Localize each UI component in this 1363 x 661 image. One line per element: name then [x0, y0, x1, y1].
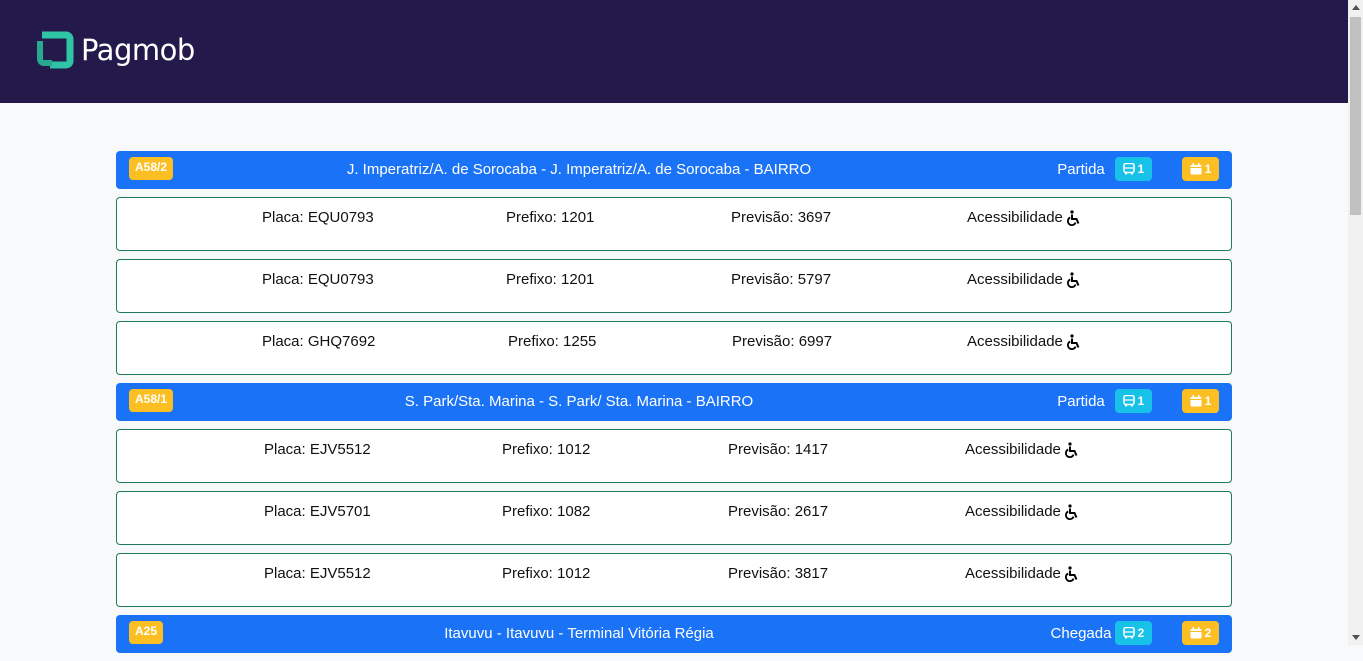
schedule-count: 1: [1204, 162, 1212, 176]
vehicle-card[interactable]: Placa: GHQ7692 Prefixo: 1255 Previsão: 6…: [116, 321, 1232, 375]
bus-count-badge: 2: [1115, 621, 1152, 645]
calendar-icon: [1190, 627, 1202, 639]
bus-count-badge: 1: [1115, 389, 1152, 413]
route-code-badge: A58/2: [129, 157, 174, 180]
bus-count: 1: [1137, 162, 1145, 176]
bus-icon: [1122, 395, 1135, 407]
vehicle-placa: Placa: EQU0793: [262, 209, 374, 226]
vehicle-placa: Placa: GHQ7692: [262, 333, 376, 350]
scrollbar-thumb[interactable]: [1350, 17, 1361, 215]
vehicle-prefixo: Prefixo: 1012: [502, 565, 591, 582]
vehicle-prefixo: Prefixo: 1255: [508, 333, 597, 350]
schedule-count-badge: 1: [1182, 389, 1219, 413]
vertical-scrollbar[interactable]: [1348, 0, 1363, 645]
vehicle-accessibility: Acessibilidade: [967, 271, 1082, 288]
wheelchair-icon: [1064, 441, 1078, 458]
scroll-down-arrow-icon[interactable]: [1348, 630, 1363, 645]
vehicle-placa: Placa: EJV5512: [264, 565, 371, 582]
scroll-up-arrow-icon[interactable]: [1348, 0, 1363, 15]
vehicle-placa: Placa: EJV5512: [264, 441, 371, 458]
vehicle-accessibility: Acessibilidade: [965, 565, 1080, 582]
wheelchair-icon: [1066, 333, 1080, 350]
calendar-icon: [1190, 163, 1202, 175]
vehicle-previsao: Previsão: 6997: [732, 333, 833, 350]
wheelchair-icon: [1064, 565, 1078, 582]
bus-count: 1: [1137, 394, 1145, 408]
vehicle-previsao: Previsão: 1417: [728, 441, 829, 458]
vehicle-prefixo: Prefixo: 1201: [506, 271, 595, 288]
wheelchair-icon: [1066, 271, 1080, 288]
logo-text: Pagmob: [81, 33, 195, 67]
route-name: Itavuvu - Itavuvu - Terminal Vitória Rég…: [444, 625, 714, 642]
pagmob-logo[interactable]: Pagmob: [36, 31, 195, 69]
vehicle-prefixo: Prefixo: 1082: [502, 503, 591, 520]
vehicle-accessibility: Acessibilidade: [967, 333, 1082, 350]
route-header[interactable]: A58/2 J. Imperatriz/A. de Sorocaba - J. …: [116, 151, 1232, 189]
wheelchair-icon: [1066, 209, 1080, 226]
accessibility-label: Acessibilidade: [967, 271, 1063, 288]
route-list: A58/2 J. Imperatriz/A. de Sorocaba - J. …: [116, 151, 1232, 661]
vehicle-previsao: Previsão: 3817: [728, 565, 829, 582]
header-bar: Pagmob: [0, 0, 1348, 103]
vehicle-accessibility: Acessibilidade: [965, 441, 1080, 458]
vehicle-previsao: Previsão: 2617: [728, 503, 829, 520]
bus-count: 2: [1137, 626, 1145, 640]
bus-count-badge: 1: [1115, 157, 1152, 181]
vehicle-card[interactable]: Placa: EQU0793 Prefixo: 1201 Previsão: 5…: [116, 259, 1232, 313]
accessibility-label: Acessibilidade: [967, 333, 1063, 350]
schedule-count-badge: 1: [1182, 157, 1219, 181]
vehicle-prefixo: Prefixo: 1012: [502, 441, 591, 458]
route-name: J. Imperatriz/A. de Sorocaba - J. Impera…: [346, 161, 812, 178]
vehicle-placa: Placa: EQU0793: [262, 271, 374, 288]
accessibility-label: Acessibilidade: [965, 503, 1061, 520]
vehicle-card[interactable]: Placa: EJV5701 Prefixo: 1082 Previsão: 2…: [116, 491, 1232, 545]
vehicle-accessibility: Acessibilidade: [965, 503, 1080, 520]
bus-icon: [1122, 627, 1135, 639]
schedule-count-badge: 2: [1182, 621, 1219, 645]
vehicle-card[interactable]: Placa: EQU0793 Prefixo: 1201 Previsão: 3…: [116, 197, 1232, 251]
schedule-count: 2: [1204, 626, 1212, 640]
vehicle-prefixo: Prefixo: 1201: [506, 209, 595, 226]
route-name: S. Park/Sta. Marina - S. Park/ Sta. Mari…: [404, 393, 754, 410]
vehicle-previsao: Previsão: 5797: [731, 271, 832, 288]
route-code-badge: A25: [129, 621, 164, 644]
vehicle-card[interactable]: Placa: EJV5512 Prefixo: 1012 Previsão: 3…: [116, 553, 1232, 607]
schedule-count: 1: [1204, 394, 1212, 408]
bus-icon: [1122, 163, 1135, 175]
accessibility-label: Acessibilidade: [965, 441, 1061, 458]
accessibility-label: Acessibilidade: [965, 565, 1061, 582]
vehicle-previsao: Previsão: 3697: [731, 209, 832, 226]
wheelchair-icon: [1064, 503, 1078, 520]
accessibility-label: Acessibilidade: [967, 209, 1063, 226]
pagmob-logo-icon: [36, 31, 74, 69]
route-header[interactable]: A58/1 S. Park/Sta. Marina - S. Park/ Sta…: [116, 383, 1232, 421]
vehicle-placa: Placa: EJV5701: [264, 503, 371, 520]
vehicle-card[interactable]: Placa: EJV5512 Prefixo: 1012 Previsão: 1…: [116, 429, 1232, 483]
route-header[interactable]: A25 Itavuvu - Itavuvu - Terminal Vitória…: [116, 615, 1232, 653]
route-code-badge: A58/1: [129, 389, 174, 412]
vehicle-accessibility: Acessibilidade: [967, 209, 1082, 226]
calendar-icon: [1190, 395, 1202, 407]
